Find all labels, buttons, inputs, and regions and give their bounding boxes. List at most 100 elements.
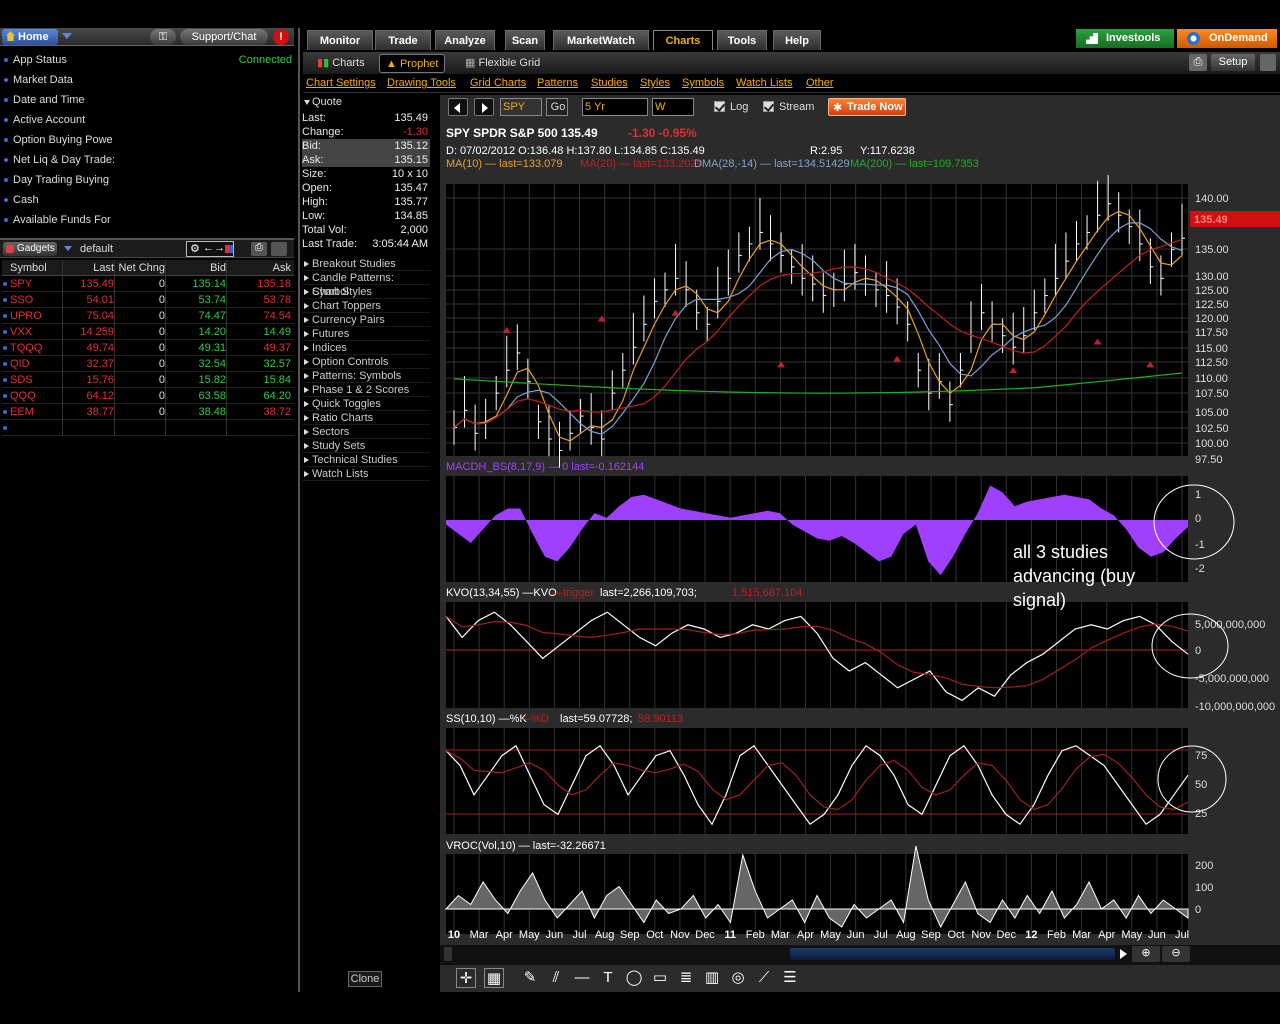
study-link[interactable]: Indices	[302, 341, 430, 355]
settings-tool-button[interactable]: ⚿	[150, 29, 176, 45]
print-icon[interactable]: ⎙	[1189, 54, 1207, 71]
tab-prophet[interactable]: ▲ Prophet	[379, 54, 446, 73]
crosshair-tool-icon[interactable]: ✛	[456, 968, 476, 988]
study-link[interactable]: Watch Lists	[302, 467, 430, 481]
table-row[interactable]: SSO 54.01 0 53.74 53.78	[2, 292, 294, 308]
go-button[interactable]: Go	[546, 98, 568, 116]
tab-charts[interactable]: Charts	[653, 30, 713, 50]
account-status-row[interactable]: Cash	[2, 190, 294, 210]
account-status-row[interactable]: App Status Connected	[2, 50, 294, 70]
tab-help[interactable]: Help	[773, 30, 821, 50]
maximize-icon[interactable]	[271, 242, 287, 256]
fibonacci-tool-icon[interactable]: ≣	[676, 968, 696, 988]
table-row[interactable]: QQQ 64.12 0 63.58 64.20	[2, 388, 294, 404]
arrow-right-icon[interactable]	[1120, 949, 1127, 959]
aggregation-select[interactable]: W	[652, 98, 694, 116]
cycle-tool-icon[interactable]: ◎	[728, 968, 748, 988]
col-net-chng[interactable]: Net Chng	[115, 260, 165, 276]
gadgets-button[interactable]: Gadgets	[3, 242, 57, 256]
study-link[interactable]: Technical Studies	[302, 453, 430, 467]
home-button[interactable]: Home	[2, 29, 58, 45]
scroll-right-button[interactable]	[474, 98, 494, 116]
scroll-handle[interactable]	[444, 947, 452, 961]
setup-button[interactable]: Setup	[1211, 54, 1255, 71]
tab-marketwatch[interactable]: MarketWatch	[553, 30, 649, 50]
menu-styles[interactable]: Styles	[640, 77, 670, 89]
price-chart[interactable]: SPY SPDR S&P 500 135.49 -1.30 -0.95% D: 07…	[440, 122, 1280, 942]
account-status-row[interactable]: Available Funds For	[2, 210, 294, 230]
scroll-left-button[interactable]	[448, 98, 468, 116]
study-link[interactable]: Chart Styles	[302, 285, 430, 299]
study-link[interactable]: Ratio Charts	[302, 411, 430, 425]
stream-checkbox[interactable]	[763, 101, 774, 112]
study-link[interactable]: Patterns: Symbols	[302, 369, 430, 383]
account-status-row[interactable]: Active Account	[2, 110, 294, 130]
quote-header[interactable]: Quote	[302, 95, 430, 109]
table-row[interactable]: VXX 14.259 0 14.20 14.49	[2, 324, 294, 340]
symbol-input[interactable]: SPY	[500, 98, 542, 116]
parallel-lines-icon[interactable]: ⫽	[546, 968, 566, 988]
table-row[interactable]	[2, 420, 294, 436]
account-status-row[interactable]: Option Buying Powe	[2, 130, 294, 150]
gear-icon[interactable]: ⚙	[190, 242, 200, 255]
watchlist-name[interactable]: default	[80, 243, 113, 255]
tab-analyze[interactable]: Analyze	[435, 30, 495, 50]
tab-tools[interactable]: Tools	[717, 30, 767, 50]
arrow-left-icon[interactable]: ←	[203, 242, 214, 254]
col-ask[interactable]: Ask	[228, 260, 291, 276]
arrow-right-icon[interactable]: →	[214, 242, 225, 254]
tab-flexible-grid[interactable]: ▦ Flexible Grid	[465, 54, 540, 73]
list-tool-icon[interactable]: ☰	[780, 968, 800, 988]
support-chat-button[interactable]: Support/Chat	[180, 29, 268, 45]
table-row[interactable]: UPRO 75.04 0 74.47 74.54	[2, 308, 294, 324]
menu-patterns[interactable]: Patterns	[537, 77, 578, 89]
color-icon[interactable]	[225, 245, 233, 253]
horizontal-line-icon[interactable]: —	[572, 968, 592, 988]
table-row[interactable]: EEM 38.77 0 38.48 38.72	[2, 404, 294, 420]
ellipse-tool-icon[interactable]: ◯	[624, 968, 644, 988]
menu-drawing-tools[interactable]: Drawing Tools	[387, 77, 456, 89]
chevron-down-icon[interactable]	[64, 246, 72, 251]
investools-logo[interactable]: Investools	[1076, 29, 1174, 48]
grid-tool-icon[interactable]: ▦	[484, 968, 504, 988]
rectangle-tool-icon[interactable]: ▭	[650, 968, 670, 988]
tab-trade[interactable]: Trade	[375, 30, 431, 50]
table-row[interactable]: QID 32.37 0 32.54 32.57	[2, 356, 294, 372]
zoom-in-icon[interactable]: ⊕	[1132, 946, 1160, 962]
col-last[interactable]: Last	[64, 260, 114, 276]
text-tool-icon[interactable]: T	[598, 968, 618, 988]
study-link[interactable]: Option Controls	[302, 355, 430, 369]
menu-studies[interactable]: Studies	[591, 77, 628, 89]
study-link[interactable]: Phase 1 & 2 Scores	[302, 383, 430, 397]
account-status-row[interactable]: Net Liq & Day Trade:	[2, 150, 294, 170]
scroll-thumb[interactable]	[790, 948, 1115, 960]
gann-tool-icon[interactable]: ▥	[702, 968, 722, 988]
maximize-icon[interactable]	[1260, 54, 1276, 71]
table-row[interactable]: TQQQ 49.74 0 49.31 49.37	[2, 340, 294, 356]
menu-other[interactable]: Other	[806, 77, 834, 89]
menu-chart-settings[interactable]: Chart Settings	[306, 77, 376, 89]
account-status-row[interactable]: Day Trading Buying	[2, 170, 294, 190]
study-link[interactable]: Chart Toppers	[302, 299, 430, 313]
pencil-tool-icon[interactable]: ✎	[520, 968, 540, 988]
alert-button[interactable]: !	[273, 29, 289, 45]
col-bid[interactable]: Bid	[166, 260, 226, 276]
print-icon[interactable]: ⎙	[251, 242, 267, 256]
chevron-down-icon[interactable]	[62, 33, 72, 39]
tab-monitor[interactable]: Monitor	[307, 30, 373, 50]
chart-scrollbar[interactable]: ⊕ ⊖	[440, 945, 1280, 965]
clone-button[interactable]: Clone	[348, 971, 382, 987]
table-row[interactable]: SDS 15.76 0 15.82 15.84	[2, 372, 294, 388]
study-link[interactable]: Sectors	[302, 425, 430, 439]
trade-now-button[interactable]: ✱ Trade Now	[828, 98, 906, 116]
period-select[interactable]: 5 Yr	[582, 98, 648, 116]
tab-charts[interactable]: ▮▮ Charts	[317, 54, 365, 73]
study-link[interactable]: Study Sets	[302, 439, 430, 453]
study-link[interactable]: Breakout Studies	[302, 257, 430, 271]
zoom-out-icon[interactable]: ⊖	[1162, 946, 1190, 962]
tab-scan[interactable]: Scan	[505, 30, 545, 50]
study-link[interactable]: Futures	[302, 327, 430, 341]
study-link[interactable]: Candle Patterns: Symbol	[302, 271, 430, 298]
menu-grid-charts[interactable]: Grid Charts	[470, 77, 526, 89]
table-row[interactable]: SPY 135.49 0 135.14 135.18	[2, 276, 294, 292]
